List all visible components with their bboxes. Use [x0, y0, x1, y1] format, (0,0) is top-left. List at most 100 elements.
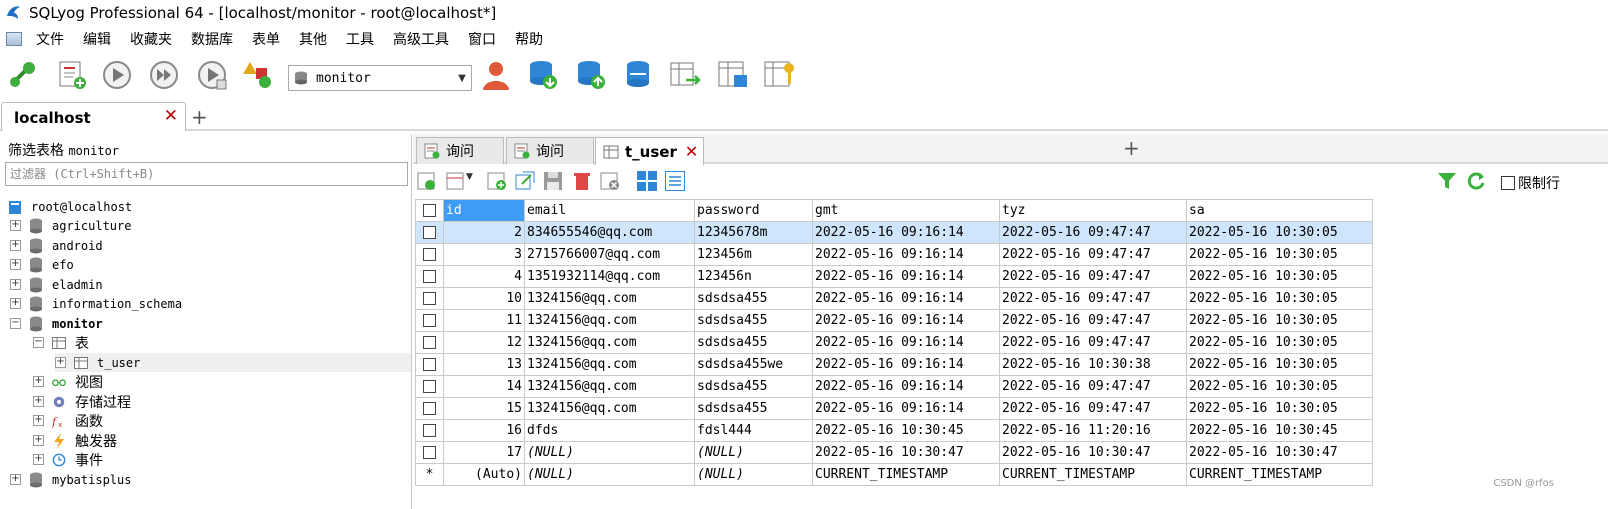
- tree-root[interactable]: root@localhost: [8, 197, 132, 216]
- cell-email[interactable]: 1351932114@qq.com: [524, 265, 695, 288]
- cell-email[interactable]: 1324156@qq.com: [524, 353, 695, 376]
- cell-password[interactable]: sdsdsa455: [694, 287, 813, 310]
- cell-password[interactable]: sdsdsa455we: [694, 353, 813, 376]
- cell-tyz[interactable]: 2022-05-16 11:20:16: [999, 419, 1187, 442]
- tree-folder-tables[interactable]: − 表: [33, 333, 89, 352]
- expand-icon[interactable]: +: [33, 376, 44, 387]
- insert-row-icon[interactable]: [486, 170, 508, 192]
- tree-table-t-user[interactable]: + t_user: [55, 353, 411, 372]
- cell-password[interactable]: sdsdsa455: [694, 397, 813, 420]
- filter-icon[interactable]: [1436, 170, 1458, 192]
- row-checkbox-cell[interactable]: [415, 243, 444, 266]
- cell-gmt[interactable]: 2022-05-16 09:16:14: [812, 353, 1000, 376]
- tree-db-eladmin[interactable]: + eladmin: [10, 275, 103, 294]
- row-checkbox-cell[interactable]: [415, 353, 444, 376]
- new-tab-plus-icon[interactable]: +: [1123, 136, 1140, 160]
- new-row-cell-gmt[interactable]: CURRENT_TIMESTAMP: [812, 463, 1000, 486]
- expand-icon[interactable]: +: [10, 220, 21, 231]
- cell-gmt[interactable]: 2022-05-16 09:16:14: [812, 265, 1000, 288]
- cell-tyz[interactable]: 2022-05-16 10:30:38: [999, 353, 1187, 376]
- new-row-cell-password[interactable]: (NULL): [694, 463, 813, 486]
- cell-id[interactable]: 11: [443, 309, 525, 332]
- duplicate-row-icon[interactable]: [514, 170, 536, 192]
- filter-grid-icon[interactable]: [445, 170, 467, 192]
- tree-folder-views[interactable]: + 视图: [33, 372, 103, 391]
- menu-file[interactable]: 文件: [36, 29, 64, 49]
- table-row[interactable]: 17 (NULL) (NULL) 2022-05-16 10:30:47 2022-05…: [415, 441, 1373, 464]
- new-connection-tab-plus-icon[interactable]: +: [191, 105, 208, 129]
- form-view-icon[interactable]: [664, 170, 686, 192]
- menu-favorites[interactable]: 收藏夹: [130, 29, 172, 49]
- table-row[interactable]: 4 1351932114@qq.com 123456n 2022-05-16 09:1…: [415, 265, 1373, 288]
- cell-sa[interactable]: 2022-05-16 10:30:47: [1186, 441, 1373, 464]
- tree-folder-events[interactable]: + 事件: [33, 450, 103, 469]
- table-row[interactable]: 10 1324156@qq.com sdsdsa455 2022-05-16 09:1…: [415, 287, 1373, 310]
- cell-gmt[interactable]: 2022-05-16 09:16:14: [812, 331, 1000, 354]
- table-row[interactable]: 11 1324156@qq.com sdsdsa455 2022-05-16 09:1…: [415, 309, 1373, 332]
- cell-id[interactable]: 4: [443, 265, 525, 288]
- cell-password[interactable]: sdsdsa455: [694, 331, 813, 354]
- cell-email[interactable]: 1324156@qq.com: [524, 375, 695, 398]
- new-row[interactable]: * (Auto) (NULL) (NULL) CURRENT_TIMESTAMP CURR…: [415, 463, 1373, 486]
- cell-tyz[interactable]: 2022-05-16 10:30:47: [999, 441, 1187, 464]
- expand-icon[interactable]: +: [33, 435, 44, 446]
- window-menu-icon[interactable]: [6, 32, 22, 46]
- row-checkbox-cell[interactable]: [415, 419, 444, 442]
- expand-icon[interactable]: +: [10, 474, 21, 485]
- backup-database-icon[interactable]: [526, 58, 560, 92]
- menu-edit[interactable]: 编辑: [83, 29, 111, 49]
- new-row-cell-sa[interactable]: CURRENT_TIMESTAMP: [1186, 463, 1373, 486]
- cell-gmt[interactable]: 2022-05-16 10:30:47: [812, 441, 1000, 464]
- row-checkbox-cell[interactable]: [415, 309, 444, 332]
- table-key-icon[interactable]: [763, 58, 797, 92]
- expand-icon[interactable]: +: [55, 357, 66, 368]
- new-row-cell-email[interactable]: (NULL): [524, 463, 695, 486]
- table-row[interactable]: 14 1324156@qq.com sdsdsa455 2022-05-16 09:1…: [415, 375, 1373, 398]
- cell-sa[interactable]: 2022-05-16 10:30:45: [1186, 419, 1373, 442]
- cell-id[interactable]: 17: [443, 441, 525, 464]
- column-header-tyz[interactable]: tyz: [999, 199, 1187, 222]
- cell-gmt[interactable]: 2022-05-16 09:16:14: [812, 243, 1000, 266]
- checkbox[interactable]: [423, 402, 436, 415]
- cell-id[interactable]: 16: [443, 419, 525, 442]
- menu-other[interactable]: 其他: [299, 29, 327, 49]
- cell-gmt[interactable]: 2022-05-16 09:16:14: [812, 287, 1000, 310]
- tree-db-mybatisplus[interactable]: + mybatisplus: [10, 470, 131, 489]
- menu-window[interactable]: 窗口: [468, 29, 496, 49]
- checkbox[interactable]: [423, 226, 436, 239]
- cell-tyz[interactable]: 2022-05-16 09:47:47: [999, 221, 1187, 244]
- column-header-password[interactable]: password: [694, 199, 813, 222]
- table-row[interactable]: 15 1324156@qq.com sdsdsa455 2022-05-16 09:1…: [415, 397, 1373, 420]
- menu-database[interactable]: 数据库: [191, 29, 233, 49]
- checkbox[interactable]: [423, 380, 436, 393]
- expand-icon[interactable]: +: [33, 415, 44, 426]
- tree-db-android[interactable]: + android: [10, 236, 103, 255]
- execute-all-icon[interactable]: [147, 58, 181, 92]
- execute-query-icon[interactable]: [100, 58, 134, 92]
- cell-email[interactable]: (NULL): [524, 441, 695, 464]
- cell-id[interactable]: 3: [443, 243, 525, 266]
- row-checkbox-cell[interactable]: [415, 287, 444, 310]
- checkbox[interactable]: [423, 204, 436, 217]
- checkbox[interactable]: [423, 314, 436, 327]
- checkbox[interactable]: [423, 336, 436, 349]
- cell-email[interactable]: 1324156@qq.com: [524, 287, 695, 310]
- cell-sa[interactable]: 2022-05-16 10:30:05: [1186, 397, 1373, 420]
- cell-sa[interactable]: 2022-05-16 10:30:05: [1186, 265, 1373, 288]
- cell-id[interactable]: 12: [443, 331, 525, 354]
- filter-input[interactable]: 过滤器 (Ctrl+Shift+B): [5, 162, 408, 186]
- cancel-changes-icon[interactable]: [599, 170, 621, 192]
- collapse-icon[interactable]: −: [33, 337, 44, 348]
- cell-password[interactable]: 123456n: [694, 265, 813, 288]
- tree-db-agriculture[interactable]: + agriculture: [10, 216, 131, 235]
- cell-sa[interactable]: 2022-05-16 10:30:05: [1186, 287, 1373, 310]
- cell-email[interactable]: 834655546@qq.com: [524, 221, 695, 244]
- restore-database-icon[interactable]: [574, 58, 608, 92]
- new-row-cell-id[interactable]: (Auto): [443, 463, 525, 486]
- row-checkbox-cell[interactable]: [415, 397, 444, 420]
- execute-script-icon[interactable]: [195, 58, 229, 92]
- new-connection-icon[interactable]: [6, 58, 40, 92]
- tree-folder-triggers[interactable]: + 触发器: [33, 431, 117, 450]
- save-icon[interactable]: [542, 170, 564, 192]
- cell-password[interactable]: sdsdsa455: [694, 309, 813, 332]
